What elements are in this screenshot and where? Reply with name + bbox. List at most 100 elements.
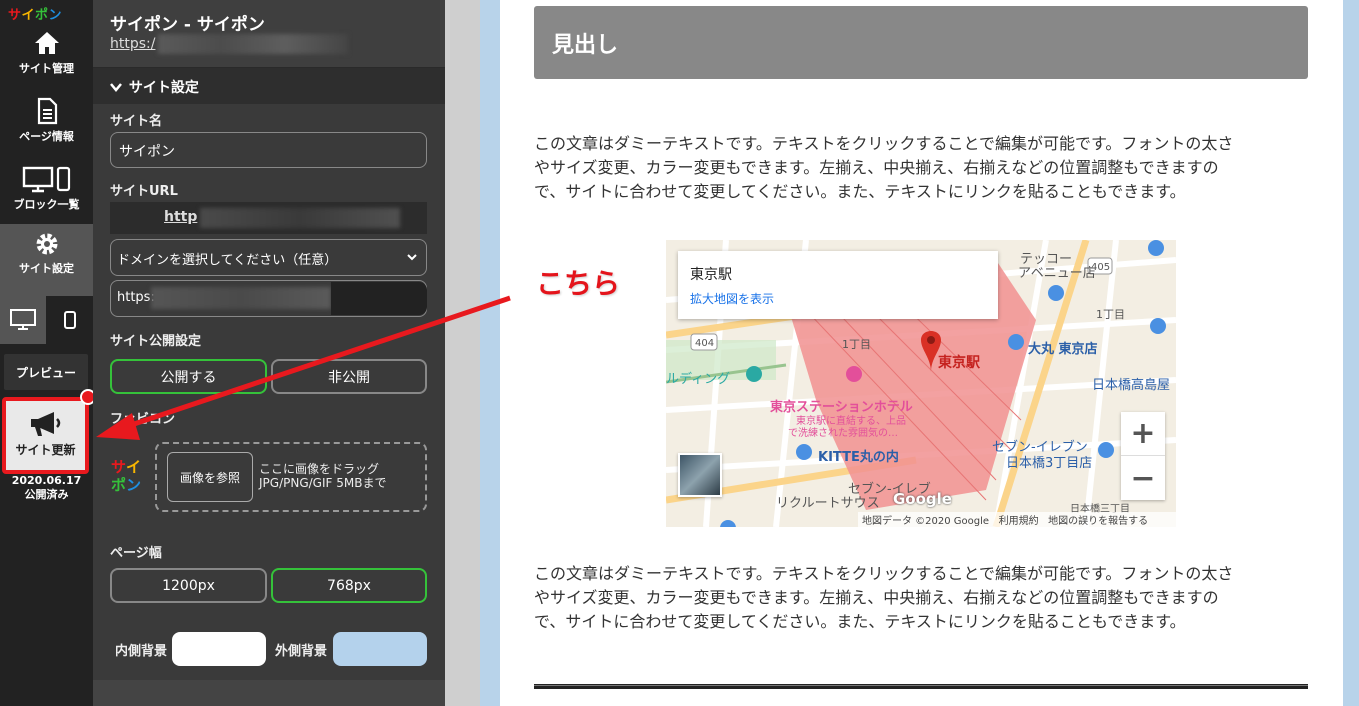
megaphone-icon — [30, 412, 60, 436]
outer-bg-color-picker[interactable] — [333, 632, 427, 666]
browse-image-button[interactable]: 画像を参照 — [167, 452, 253, 502]
heading-block[interactable]: 見出し — [534, 6, 1308, 79]
map-label: で洗練された雰囲気の… — [788, 428, 898, 439]
domain-select[interactable]: ドメインを選択してください（任意） — [110, 239, 427, 276]
saipon-logo: サイポン — [8, 8, 63, 23]
inner-bg-label: 内側背景 — [115, 644, 168, 659]
rail-item-label: ブロック一覧 — [13, 198, 80, 211]
upload-hint-line: ここに画像をドラッグ — [259, 462, 380, 476]
https-prefix: https: — [117, 290, 155, 305]
text-block-2[interactable]: この文章はダミーテキストです。テキストをクリックすることで編集が可能です。フォン… — [534, 562, 1314, 634]
blurred-url — [151, 287, 331, 309]
paragraph-line: やサイズ変更、カラー変更もできます。左揃え、中央揃え、右揃えなどの位置調整もでき… — [534, 158, 1219, 177]
paragraph-line: で、サイトに合わせて変更してください。また、テキストにリンクを貼ることもできます… — [534, 182, 1186, 201]
publish-date: 2020.06.17 — [11, 474, 82, 487]
site-url-link[interactable]: https:/ — [110, 36, 155, 52]
publish-status: 公開済み — [24, 488, 69, 501]
canvas-gutter — [445, 0, 480, 706]
map-data-credit: 地図データ ©2020 Google — [862, 516, 990, 527]
chevron-down-icon — [407, 254, 417, 261]
favicon-upload-area[interactable]: 画像を参照 ここに画像をドラッグ JPG/PNG/GIF 5MBまで — [155, 442, 427, 512]
upload-hint: ここに画像をドラッグ JPG/PNG/GIF 5MBまで — [259, 462, 386, 490]
rail-item-label: サイト管理 — [19, 62, 74, 75]
map-label: アベニュー店 — [1018, 266, 1096, 281]
rail-item-site-settings[interactable]: サイト設定 — [0, 224, 93, 296]
rail-item-page-info[interactable]: ページ情報 — [0, 92, 93, 164]
terms-link[interactable]: 利用規約 — [999, 516, 1039, 527]
mobile-view-button[interactable] — [46, 296, 93, 344]
rail-item-block-list[interactable]: ブロック一覧 — [0, 160, 93, 232]
publish-off-button[interactable]: 非公開 — [271, 359, 427, 394]
site-name-label: サイト名 — [110, 114, 163, 129]
https-domain-field[interactable]: https: — [110, 280, 427, 317]
favicon-label: ファビコン — [110, 412, 176, 427]
map-label: 東京駅 — [938, 355, 980, 371]
map-label: 1丁目 — [842, 338, 871, 351]
rail-item-label: ページ情報 — [19, 130, 74, 143]
publish-setting-label: サイト公開設定 — [110, 334, 202, 349]
device-toggle — [0, 296, 93, 344]
annotation-label: こちら — [536, 267, 621, 300]
settings-panel: サイポン - サイポン https:/ サイト設定 サイト名 サイポン サイトU… — [93, 0, 445, 680]
map-info-card: 東京駅 拡大地図を表示 — [678, 251, 998, 319]
section-header-site-settings[interactable]: サイト設定 — [93, 68, 445, 104]
width-768-button[interactable]: 768px — [271, 568, 427, 603]
zoom-out-button[interactable]: − — [1121, 456, 1165, 500]
favicon-preview: サイ ポン — [111, 458, 142, 494]
site-name-input[interactable]: サイポン — [110, 132, 427, 168]
panel-footer — [93, 680, 445, 706]
paragraph-line: この文章はダミーテキストです。テキストをクリックすることで編集が可能です。フォン… — [534, 134, 1234, 153]
monitor-icon — [10, 309, 36, 330]
google-logo: Google — [893, 490, 952, 508]
pc-view-button[interactable] — [0, 296, 46, 344]
paragraph-line: この文章はダミーテキストです。テキストをクリックすることで編集が可能です。フォン… — [534, 564, 1234, 583]
devices-icon — [22, 166, 70, 193]
gear-icon — [36, 233, 57, 255]
left-rail: サイポン サイト管理 ページ情報 ブロック一覧 サイト設定 プレビュー — [0, 0, 93, 706]
divider-block[interactable] — [534, 684, 1308, 689]
site-title: サイポン - サイポン — [110, 15, 265, 35]
site-url-value: http — [164, 209, 198, 225]
domain-select-value: ドメインを選択してください（任意） — [117, 253, 338, 268]
map-label: 大丸 東京店 — [1028, 342, 1098, 357]
satellite-toggle[interactable] — [678, 453, 722, 497]
publish-on-button[interactable]: 公開する — [110, 359, 267, 394]
page-width-label: ページ幅 — [110, 546, 162, 561]
map-zoom-control: + − — [1121, 412, 1165, 500]
site-update-button[interactable]: サイト更新 — [2, 397, 89, 474]
section-title: サイト設定 — [128, 80, 199, 96]
preview-button[interactable]: プレビュー — [4, 354, 88, 390]
paragraph-line: やサイズ変更、カラー変更もできます。左揃え、中央揃え、右揃えなどの位置調整もでき… — [534, 588, 1219, 607]
map-label: ルディング — [666, 372, 731, 387]
document-icon — [37, 97, 57, 125]
map-label: KITTE丸の内 — [818, 450, 899, 465]
blurred-url — [158, 34, 348, 54]
outer-bg-label: 外側背景 — [275, 644, 328, 659]
smartphone-icon — [63, 311, 76, 329]
report-error-link[interactable]: 地図の誤りを報告する — [1048, 516, 1148, 527]
rail-item-label: サイト設定 — [19, 262, 74, 275]
map-label: 日本橋高島屋 — [1092, 378, 1171, 393]
site-url-box[interactable]: http — [110, 202, 427, 234]
panel-header: サイポン - サイポン https:/ — [93, 0, 445, 68]
map-label: 日本橋3丁目店 — [1006, 456, 1093, 471]
text-block-1[interactable]: この文章はダミーテキストです。テキストをクリックすることで編集が可能です。フォン… — [534, 132, 1314, 204]
map-place-name: 東京駅 — [690, 267, 732, 283]
site-url-label: サイトURL — [110, 184, 178, 199]
paragraph-line: で、サイトに合わせて変更してください。また、テキストにリンクを貼ることもできます… — [534, 612, 1186, 631]
rail-item-site-management[interactable]: サイト管理 — [0, 24, 93, 96]
home-icon — [34, 32, 59, 54]
site-update-label: サイト更新 — [15, 443, 76, 457]
upload-hint-line: JPG/PNG/GIF 5MBまで — [259, 476, 387, 490]
svg-text:404: 404 — [695, 338, 714, 349]
width-1200-button[interactable]: 1200px — [110, 568, 267, 603]
blurred-url — [200, 208, 400, 228]
chevron-down-icon — [110, 83, 122, 92]
enlarge-map-link[interactable]: 拡大地図を表示 — [690, 290, 774, 307]
https-suffix-box — [331, 282, 427, 315]
map-label: 1丁目 — [1096, 308, 1125, 321]
inner-bg-color-picker[interactable] — [172, 632, 266, 666]
map-attribution: 地図データ ©2020 Google 利用規約 地図の誤りを報告する — [858, 512, 1176, 527]
zoom-in-button[interactable]: + — [1121, 412, 1165, 456]
publish-info: 2020.06.17 公開済み — [0, 474, 93, 502]
